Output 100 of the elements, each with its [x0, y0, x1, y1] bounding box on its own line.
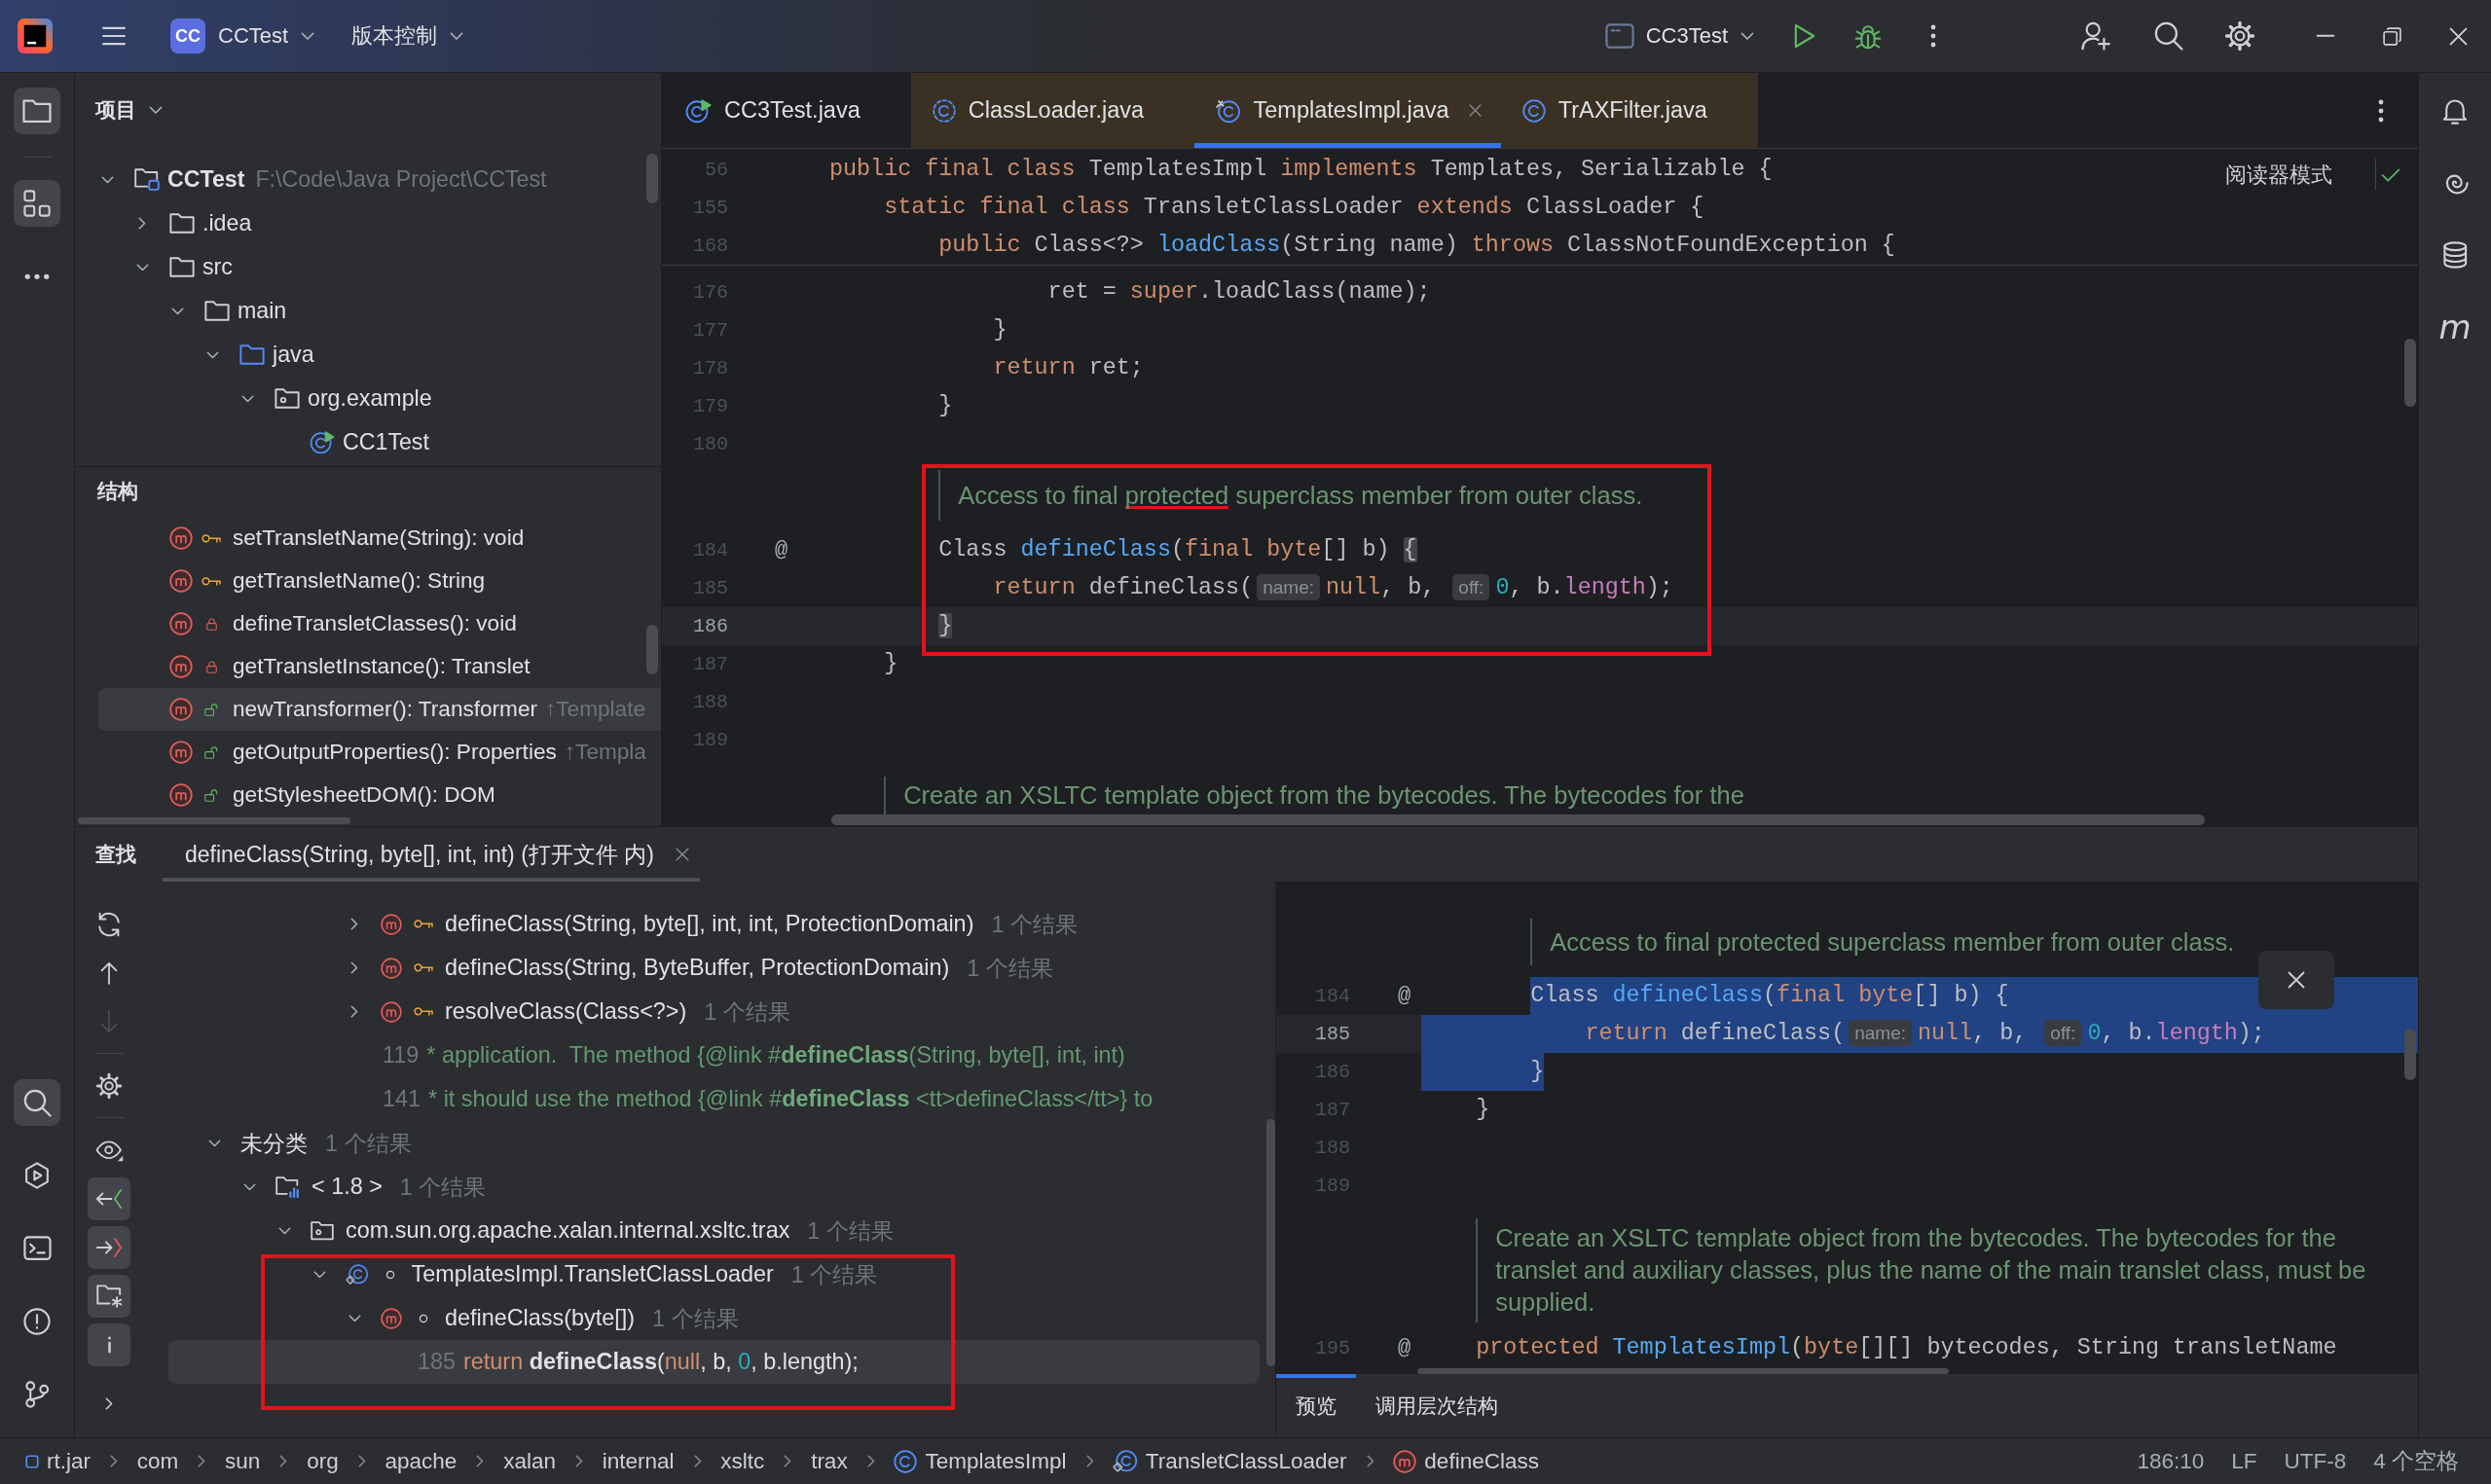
structure-item[interactable]: getTransletName(): String — [98, 560, 661, 602]
chevron-right-icon — [1366, 1455, 1374, 1467]
reader-mode-link[interactable]: 阅读器模式 — [2225, 161, 2332, 190]
scrollbar-thumb[interactable] — [646, 625, 658, 674]
breadcrumb[interactable]: apache — [385, 1448, 458, 1474]
result-item[interactable]: com.sun.org.apache.xalan.internal.xsltc.trax 1 个结果 — [168, 1209, 1260, 1252]
chevron-down-icon[interactable] — [242, 1182, 256, 1191]
result-item[interactable]: < 1.8 > 1 个结果 — [168, 1165, 1260, 1209]
breadcrumb[interactable]: xalan — [503, 1448, 556, 1474]
result-item[interactable]: TemplatesImpl.TransletClassLoader 1 个结果 — [168, 1252, 1260, 1296]
tool-window-button[interactable] — [14, 88, 60, 134]
structure-item[interactable]: defineTransletClasses(): void — [98, 602, 661, 645]
tool-window-button[interactable]: m — [2432, 304, 2478, 350]
breadcrumb[interactable]: TemplatesImpl — [894, 1448, 1067, 1474]
structure-item[interactable]: getOutputProperties(): Properties ↑Templa — [98, 731, 661, 774]
result-item[interactable]: 未分类 1 个结果 — [168, 1121, 1260, 1165]
toolbar-button[interactable] — [88, 1226, 130, 1269]
panel-tab[interactable]: 预览 — [1276, 1374, 1356, 1437]
scrollbar-thumb[interactable] — [1266, 1119, 1275, 1366]
vcs-menu[interactable]: 版本控制 — [351, 15, 464, 57]
run-configuration-selector[interactable]: CC3Test — [1604, 15, 1754, 57]
breadcrumb[interactable]: org — [307, 1448, 339, 1474]
branch-icon — [24, 1381, 50, 1408]
tree-item[interactable]: main — [170, 289, 287, 333]
check-icon[interactable] — [2381, 168, 2400, 182]
code-line: ret = super.loadClass(name); — [1046, 278, 1431, 307]
editor-tab[interactable]: TemplatesImpl.java — [1194, 73, 1501, 148]
gutter-marker[interactable]: @ — [1398, 984, 1411, 1008]
search-icon — [2154, 21, 2183, 51]
close-icon[interactable] — [1468, 104, 1482, 117]
tool-window-button[interactable] — [14, 180, 60, 227]
chevron-down-icon[interactable] — [348, 1314, 361, 1322]
chevron-down-icon[interactable] — [135, 263, 149, 271]
scrollbar-thumb[interactable] — [78, 817, 350, 824]
result-item[interactable]: 119 * application. The method {@link #defineClass(String, byte[], int, int) — [168, 1033, 1260, 1077]
chevron-right-icon[interactable] — [350, 961, 358, 974]
editor-tab[interactable]: TrAXFilter.java — [1500, 73, 1758, 148]
tree-item[interactable]: java — [205, 333, 314, 377]
chevron-down-icon[interactable] — [277, 1226, 291, 1235]
chevron-down-icon[interactable] — [240, 394, 254, 403]
tree-item[interactable]: CC1Test — [275, 420, 429, 464]
panel-title-dropdown[interactable]: 项目 — [95, 96, 163, 124]
result-item[interactable]: defineClass(byte[]) 1 个结果 — [168, 1296, 1260, 1340]
indent-setting[interactable]: 4 个空格 — [2373, 1446, 2459, 1476]
tree-item[interactable]: CCTest F:\Code\Java Project\CCTest — [100, 158, 547, 201]
breadcrumb[interactable]: TransletClassLoader — [1113, 1448, 1347, 1474]
chevron-right-icon[interactable] — [138, 217, 146, 230]
breadcrumb[interactable]: sun — [225, 1448, 261, 1474]
result-item[interactable]: resolveClass(Class<?>) 1 个结果 — [168, 990, 1260, 1033]
chevron-right-icon — [784, 1455, 792, 1467]
editor-tab[interactable]: ClassLoader.java — [910, 73, 1195, 148]
chevron-down-icon[interactable] — [100, 175, 114, 184]
chevron-right-icon[interactable] — [350, 918, 358, 930]
panel-tab[interactable]: 调用层次结构 — [1356, 1374, 1518, 1437]
close-icon[interactable] — [675, 848, 689, 861]
result-item[interactable]: 141 * it should use the method {@link #defineClass <tt>defineClass</tt>} to — [168, 1077, 1260, 1121]
result-item[interactable]: defineClass(String, byte[], int, int, ProtectionDomain) 1 个结果 — [168, 902, 1260, 946]
structure-item[interactable]: getTransletInstance(): Translet — [98, 645, 661, 688]
chevron-down-icon[interactable] — [170, 307, 184, 315]
scrollbar-thumb[interactable] — [2404, 339, 2416, 407]
chevron-right-icon — [198, 1455, 206, 1467]
toolbar-button[interactable] — [88, 1275, 130, 1318]
result-item[interactable]: 185 return defineClass(null, b, 0, b.length); — [168, 1340, 1260, 1384]
line-separator[interactable]: LF — [2231, 1446, 2257, 1476]
class-icon — [1521, 98, 1546, 123]
project-selector[interactable]: CC CCTest — [170, 15, 315, 57]
chevron-right-icon — [574, 1455, 583, 1467]
gutter-marker[interactable]: @ — [1398, 1336, 1411, 1360]
toolbar-button[interactable] — [88, 1177, 130, 1220]
chevron-right-icon[interactable] — [350, 1005, 358, 1018]
class-run-icon — [685, 98, 712, 123]
breadcrumb[interactable]: xsltc — [720, 1448, 765, 1474]
tree-item[interactable]: org.example — [240, 377, 432, 420]
results-tab[interactable]: defineClass(String, byte[], int, int) (打开文件 内) — [163, 827, 700, 882]
structure-item[interactable]: newTransformer(): Transformer ↑Template — [98, 688, 661, 731]
ring-icon — [385, 1269, 395, 1280]
ring-icon — [419, 1313, 428, 1323]
breadcrumb[interactable]: trax — [811, 1448, 848, 1474]
chevron-down-icon[interactable] — [205, 350, 219, 359]
structure-item[interactable]: getStylesheetDOM(): DOM — [98, 774, 661, 816]
scrollbar-thumb[interactable] — [2404, 1029, 2416, 1080]
result-count: 1 个结果 — [790, 1260, 878, 1289]
chevron-down-icon[interactable] — [312, 1270, 326, 1279]
tree-item[interactable]: src — [135, 245, 233, 289]
code-line: } — [1475, 1096, 1490, 1124]
breadcrumb[interactable]: defineClass — [1393, 1448, 1539, 1474]
gutter-marker[interactable]: @ — [775, 538, 788, 562]
structure-item[interactable]: setTransletName(String): void — [98, 517, 661, 560]
tool-window-button[interactable] — [14, 1079, 60, 1126]
scrollbar-thumb[interactable] — [1417, 1368, 1949, 1374]
scrollbar-thumb[interactable] — [646, 154, 658, 203]
breadcrumb[interactable]: internal — [602, 1448, 675, 1474]
caret-position[interactable]: 186:10 — [2137, 1446, 2205, 1476]
breadcrumb[interactable]: com — [136, 1448, 179, 1474]
breadcrumb[interactable]: rt.jar — [25, 1448, 91, 1474]
file-encoding[interactable]: UTF-8 — [2284, 1446, 2347, 1476]
scrollbar-thumb[interactable] — [831, 814, 2205, 825]
chevron-down-icon[interactable] — [207, 1139, 221, 1147]
result-item[interactable]: defineClass(String, ByteBuffer, ProtectionDomain) 1 个结果 — [168, 946, 1260, 990]
tree-item[interactable]: .idea — [135, 201, 252, 245]
